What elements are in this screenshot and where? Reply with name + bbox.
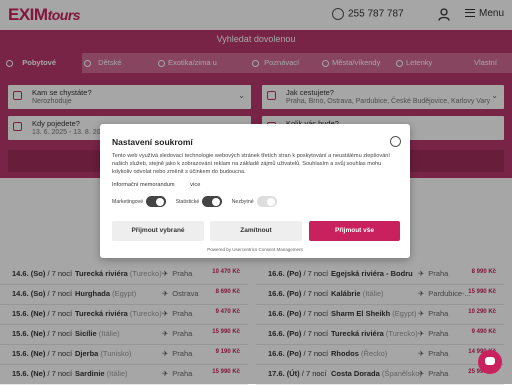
powered-by: Powered by Usercentrics Consent Manageme… xyxy=(207,247,303,252)
accept-selected-button[interactable]: Přijmout vybrané xyxy=(112,221,204,241)
toggle-switch xyxy=(256,196,277,207)
consent-text: Tento web využívá sledovací technologie … xyxy=(112,153,390,175)
globe-icon[interactable] xyxy=(390,136,401,147)
chat-button[interactable] xyxy=(478,350,502,374)
info-memo-link[interactable]: Informační memorandum xyxy=(112,182,175,188)
more-link[interactable]: více xyxy=(190,182,200,188)
consent-links: Informační memorandum více xyxy=(112,182,214,188)
toggle-necessary: Nezbytné xyxy=(232,196,277,207)
toggle-switch[interactable] xyxy=(146,196,167,207)
toggle-marketing[interactable]: Marketingové xyxy=(112,196,167,207)
toggle-statistics[interactable]: Statistické xyxy=(176,196,223,207)
toggle-switch[interactable] xyxy=(202,196,223,207)
consent-dialog: Nastavení soukromí Tento web využívá sle… xyxy=(100,124,410,258)
consent-title: Nastavení soukromí xyxy=(112,137,193,147)
accept-all-button[interactable]: Přijmout vše xyxy=(309,221,400,241)
consent-toggles: Marketingové Statistické Nezbytné xyxy=(112,196,285,207)
reject-button[interactable]: Zamítnout xyxy=(210,221,302,241)
